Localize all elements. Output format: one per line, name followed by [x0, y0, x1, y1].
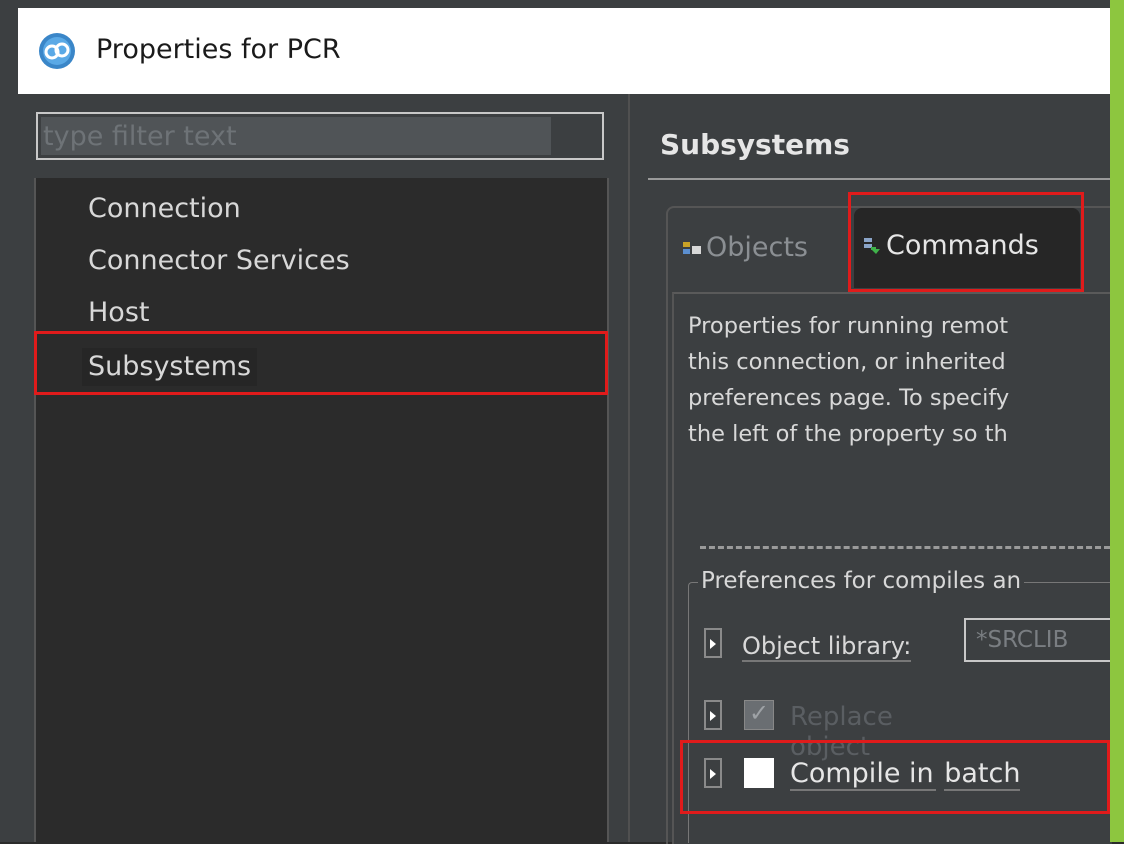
- filter-input[interactable]: [41, 117, 551, 155]
- replace-object-label: Replace object: [790, 702, 893, 762]
- commands-icon: [864, 238, 880, 254]
- description-line: the left of the property so th: [688, 421, 1008, 447]
- properties-dialog: Properties for PCR Connection Connector …: [0, 0, 1114, 844]
- description-separator: [700, 546, 1110, 549]
- description-line: Properties for running remot: [688, 313, 1009, 339]
- tree-item-connection[interactable]: Connection: [88, 190, 241, 228]
- window-title: Properties for PCR: [96, 34, 341, 65]
- inherit-toggle-replace-object[interactable]: [704, 700, 722, 730]
- object-library-input[interactable]: [968, 622, 1108, 658]
- inherit-toggle-compile-in-batch[interactable]: [704, 758, 722, 788]
- tree-item-connector-services[interactable]: Connector Services: [88, 242, 350, 280]
- tree-item-subsystems[interactable]: Subsystems: [82, 348, 258, 386]
- tab-commands[interactable]: Commands: [854, 208, 1080, 288]
- app-logo-icon: [39, 33, 75, 69]
- preference-nav-pane: Connection Connector Services Host Subsy…: [18, 94, 630, 842]
- desktop-background-strip: [1110, 0, 1124, 842]
- tab-objects-label: Objects: [706, 232, 809, 263]
- title-bar: Properties for PCR: [18, 8, 1110, 95]
- object-library-label: Object library:: [742, 632, 912, 662]
- batch-label-part: batch: [944, 758, 1021, 791]
- replace-object-checkbox[interactable]: [744, 699, 774, 730]
- filter-box: [36, 112, 604, 160]
- compile-in-batch-label: Compile in batch: [790, 758, 1021, 791]
- compile-in-label-part: Compile in: [790, 758, 936, 791]
- compile-in-batch-checkbox[interactable]: [744, 758, 774, 788]
- description-line: this connection, or inherited: [688, 349, 1006, 375]
- title-divider: [648, 178, 1110, 180]
- group-label: Preferences for compiles an: [698, 568, 1025, 594]
- description-text: Properties for running remot this connec…: [688, 308, 1124, 494]
- tree-item-host[interactable]: Host: [88, 294, 149, 332]
- description-line: preferences page. To specify: [688, 385, 1010, 411]
- inherit-toggle-object-library[interactable]: [704, 628, 722, 658]
- tab-objects[interactable]: Objects: [682, 228, 808, 268]
- object-library-field: [964, 618, 1114, 662]
- tab-commands-label: Commands: [886, 230, 1039, 261]
- preference-tree: Connection Connector Services Host Subsy…: [34, 178, 609, 842]
- page-title: Subsystems: [660, 128, 850, 161]
- objects-icon: [683, 242, 701, 254]
